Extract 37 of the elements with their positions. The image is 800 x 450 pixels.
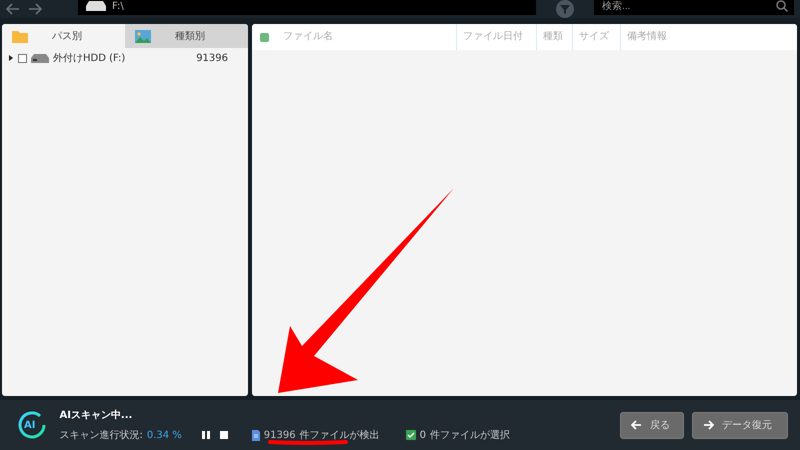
ai-logo-text: AI xyxy=(24,420,36,430)
drive-label[interactable]: 外付けHDD (F:) xyxy=(53,51,126,65)
found-count: 91396 xyxy=(264,430,296,440)
picture-icon xyxy=(135,30,151,42)
found-label: 件ファイルが検出 xyxy=(300,428,380,442)
search-icon xyxy=(776,0,788,12)
path-field[interactable]: F:\ xyxy=(78,0,536,15)
folder-icon xyxy=(12,30,28,42)
checkbox[interactable] xyxy=(406,430,416,440)
progress-value: 0.34 % xyxy=(146,430,182,440)
drive-icon xyxy=(31,54,49,62)
checkbox[interactable] xyxy=(18,54,27,62)
column-header[interactable]: 種類 xyxy=(537,24,573,50)
view-tab[interactable]: 種類別 xyxy=(125,24,248,48)
scan-status-title: AIスキャン中... xyxy=(59,408,134,422)
select-all-checkbox[interactable] xyxy=(260,32,269,42)
search-field[interactable]: 検索... xyxy=(594,0,794,15)
progress-label: スキャン進行状況: xyxy=(59,428,143,442)
pause-icon[interactable] xyxy=(202,431,210,439)
selected-label: 件ファイルが選択 xyxy=(430,429,510,442)
back-button[interactable]: 戻る xyxy=(620,412,684,438)
back-arrow-icon[interactable] xyxy=(6,3,20,15)
document-icon xyxy=(252,430,260,440)
column-header[interactable]: サイズ xyxy=(573,24,621,50)
column-header[interactable]: 備考情報 xyxy=(621,24,741,50)
ai-logo-icon xyxy=(18,411,46,439)
restore-button[interactable]: データ復元 xyxy=(692,412,788,438)
file-count: 91396 xyxy=(196,52,228,64)
column-header[interactable]: ファイル名 xyxy=(277,24,457,50)
stop-icon[interactable] xyxy=(220,431,228,439)
right-arrow-icon xyxy=(703,420,714,430)
column-header[interactable]: ファイル日付 xyxy=(457,24,537,50)
forward-arrow-icon[interactable] xyxy=(28,3,42,15)
left-arrow-icon xyxy=(631,420,642,430)
selected-count: 0 xyxy=(420,430,426,440)
drive-icon xyxy=(86,1,106,11)
expand-arrow-icon[interactable] xyxy=(8,55,14,61)
